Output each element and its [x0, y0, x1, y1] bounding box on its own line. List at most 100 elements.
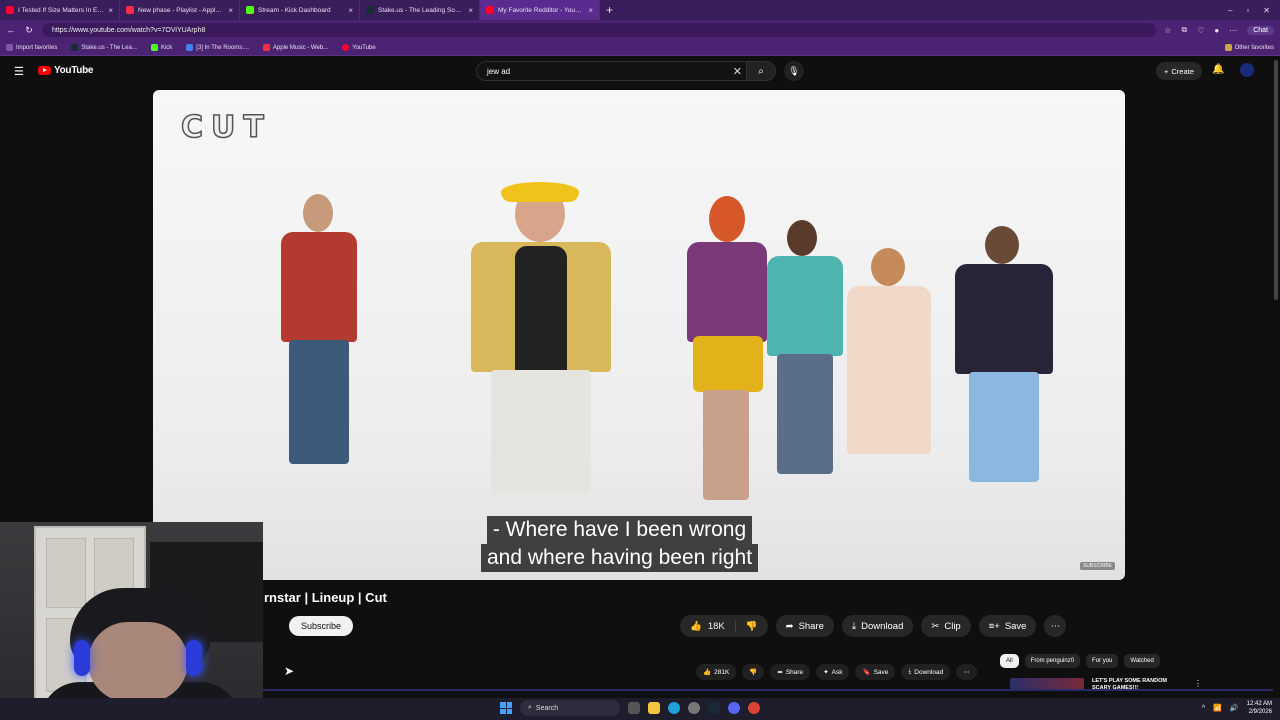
- plus-icon: +: [1164, 66, 1169, 76]
- avatar[interactable]: [1240, 63, 1254, 77]
- clip-button[interactable]: ✂ Clip: [921, 615, 971, 637]
- thumbs-down-icon: 👎: [749, 669, 758, 676]
- close-tab-icon[interactable]: ×: [348, 6, 353, 15]
- like-dislike-group: 👍 18K 👎: [680, 615, 768, 637]
- thumbs-up-icon: 👍: [703, 669, 712, 676]
- subscribe-button[interactable]: Subscribe: [289, 616, 354, 636]
- close-tab-icon[interactable]: ×: [468, 6, 473, 15]
- browser-tab[interactable]: Stake.us - The Leading Social Casi×: [360, 0, 480, 20]
- clear-search-icon[interactable]: ✕: [733, 65, 742, 78]
- search-input[interactable]: jew ad ✕: [476, 61, 746, 81]
- chip-for-you[interactable]: For you: [1086, 654, 1119, 668]
- chip-watched[interactable]: Watched: [1124, 654, 1160, 668]
- edge-icon[interactable]: [668, 702, 680, 714]
- search-button[interactable]: ⌕: [746, 61, 776, 81]
- favorites-icon[interactable]: ♡: [1197, 26, 1204, 35]
- bookmark-item[interactable]: Stake.us - The Lea...: [71, 44, 137, 51]
- share-icon: ➦: [777, 669, 783, 676]
- browser-tab[interactable]: Stream - Kick Dashboard ×: [240, 0, 360, 20]
- bookmark-item[interactable]: Apple Music - Web...: [262, 44, 328, 51]
- maximize-icon[interactable]: ▫: [1246, 6, 1249, 15]
- kick-icon: [150, 44, 158, 51]
- more-actions-secondary[interactable]: ⋯: [956, 664, 977, 680]
- browser-tab[interactable]: I Tested If Size Matters In Every Sp×: [0, 0, 120, 20]
- file-explorer-icon[interactable]: [648, 702, 660, 714]
- minimize-icon[interactable]: –: [1228, 6, 1232, 15]
- more-actions-button[interactable]: ⋯: [1044, 615, 1067, 637]
- close-window-icon[interactable]: ✕: [1263, 6, 1270, 15]
- menu-icon[interactable]: ☰: [14, 65, 24, 78]
- download-icon: ⤓: [851, 620, 857, 632]
- youtube-logo[interactable]: YouTube: [38, 65, 94, 76]
- bookmark-icon: [186, 44, 194, 51]
- copilot-chat-button[interactable]: Chat: [1247, 25, 1274, 35]
- video-player[interactable]: CUT - Where have I been wrong and where …: [153, 90, 1125, 580]
- dislike-button[interactable]: 👎: [736, 621, 768, 632]
- back-icon[interactable]: ←: [6, 25, 16, 35]
- chip-from-channel[interactable]: From penguinz0: [1024, 654, 1081, 668]
- star-icon[interactable]: ☆: [1164, 26, 1171, 35]
- ask-button[interactable]: ✦ Ask: [816, 664, 850, 680]
- recommendation-more-icon[interactable]: ⋮: [1194, 679, 1202, 688]
- network-icon[interactable]: 📶: [1213, 704, 1222, 712]
- bookmark-item[interactable]: Import favorites: [6, 44, 57, 51]
- download-icon: ⤓: [908, 668, 912, 675]
- chip-all[interactable]: All: [1000, 654, 1019, 668]
- profile-icon[interactable]: ●: [1214, 26, 1219, 35]
- more-icon[interactable]: ⋯: [1229, 26, 1237, 35]
- taskbar-search[interactable]: ⌕ Search: [520, 700, 620, 716]
- close-tab-icon[interactable]: ×: [588, 6, 593, 15]
- like-button-secondary[interactable]: 👍 281K: [696, 664, 737, 680]
- windows-start-icon[interactable]: [500, 702, 512, 714]
- clock[interactable]: 12:42 AM 2/9/2026: [1247, 700, 1272, 716]
- taskview-icon[interactable]: [628, 702, 640, 714]
- tray-chevron-icon[interactable]: ^: [1202, 705, 1205, 712]
- notifications-bell-icon[interactable]: 🔔: [1212, 64, 1224, 75]
- steam-icon[interactable]: [708, 702, 720, 714]
- share-icon: ➦: [785, 620, 794, 632]
- extensions-icon[interactable]: ⧉: [1181, 25, 1187, 35]
- subscribe-watermark[interactable]: SUBSCRIBE: [1080, 562, 1115, 570]
- bookmark-item[interactable]: YouTube: [342, 44, 376, 51]
- page-progress-bar: [263, 689, 1273, 691]
- thumbs-up-icon: 👍: [690, 620, 702, 632]
- microphone-icon: 🎙: [788, 65, 800, 76]
- new-tab-icon[interactable]: +: [600, 3, 619, 17]
- volume-icon[interactable]: 🔊: [1230, 704, 1239, 712]
- refresh-icon[interactable]: ↻: [24, 25, 34, 36]
- like-button[interactable]: 👍 18K: [680, 620, 736, 632]
- bookmark-item[interactable]: Kick: [150, 44, 172, 51]
- mouse-cursor-icon: ➤: [284, 664, 295, 678]
- close-tab-icon[interactable]: ×: [108, 6, 113, 15]
- video-caption: - Where have I been wrong and where havi…: [481, 516, 759, 572]
- youtube-header: ☰ YouTube jew ad ✕ ⌕ 🎙 + Create 🔔: [0, 57, 1280, 85]
- bookmark-item[interactable]: [3] In The Rooms:...: [186, 44, 249, 51]
- save-button-secondary[interactable]: 🔖 Save: [855, 664, 896, 680]
- share-button[interactable]: ➦ Share: [775, 615, 834, 637]
- more-icon: ⋯: [1050, 620, 1061, 632]
- streamer-face: [88, 622, 188, 702]
- folder-icon: [1224, 44, 1232, 51]
- save-button[interactable]: ≡+ Save: [978, 615, 1037, 637]
- download-button[interactable]: ⤓ Download: [841, 615, 914, 637]
- recommendation-filter-chips: All From penguinz0 For you Watched: [1000, 654, 1160, 668]
- person-figure: [947, 226, 1059, 486]
- settings-icon[interactable]: [688, 702, 700, 714]
- person-figure: [465, 182, 615, 502]
- share-button-secondary[interactable]: ➦ Share: [770, 664, 811, 680]
- download-button-secondary[interactable]: ⤓ Download: [901, 664, 951, 680]
- url-field[interactable]: https://www.youtube.com/watch?v=7OViYUAr…: [42, 23, 1157, 37]
- search-icon: ⌕: [528, 704, 532, 711]
- browser-tab[interactable]: New phase - Playlist - Apple Music×: [120, 0, 240, 20]
- create-button[interactable]: + Create: [1156, 62, 1202, 80]
- browser-tab-active[interactable]: My Favorite Redditor - YouTube ×: [480, 0, 600, 20]
- voice-search-button[interactable]: 🎙: [784, 61, 804, 81]
- chrome-icon[interactable]: [748, 702, 760, 714]
- youtube-favicon-icon: [486, 6, 494, 14]
- video-title: rnstar | Lineup | Cut: [264, 590, 387, 605]
- other-favorites[interactable]: Other favorites: [1224, 44, 1274, 51]
- scrollbar[interactable]: [1274, 60, 1278, 300]
- discord-icon[interactable]: [728, 702, 740, 714]
- close-tab-icon[interactable]: ×: [228, 6, 233, 15]
- dislike-button-secondary[interactable]: 👎: [742, 664, 765, 680]
